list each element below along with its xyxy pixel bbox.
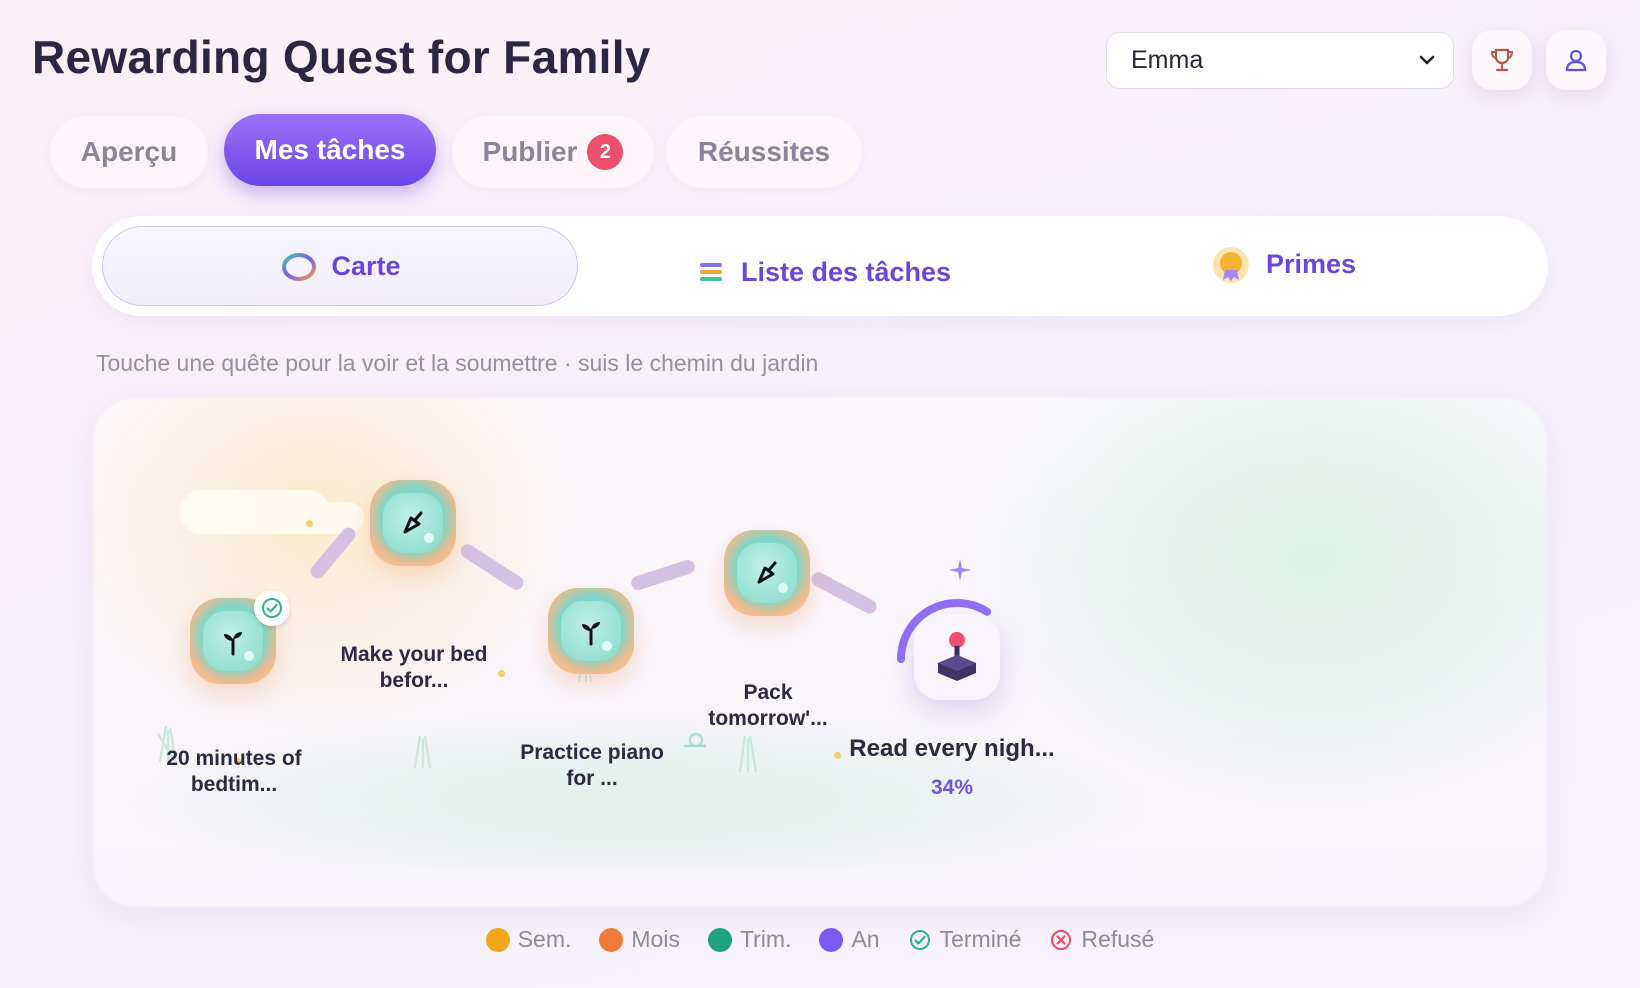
tab-label: Réussites bbox=[697, 136, 831, 167]
legend-item: Mois bbox=[599, 926, 680, 953]
snail-icon bbox=[684, 732, 706, 748]
tab-reussites[interactable]: Réussites bbox=[666, 116, 862, 188]
sparkle-dot bbox=[498, 670, 505, 677]
subtab-carte[interactable]: Carte bbox=[102, 226, 578, 306]
tab-label: Publier bbox=[482, 136, 578, 167]
user-select-value: Emma bbox=[1131, 46, 1204, 74]
shine-dot bbox=[424, 533, 434, 543]
view-switcher: Carte Liste des tâches Primes bbox=[92, 216, 1548, 316]
legend-label: Trim. bbox=[739, 926, 792, 952]
tab-label: Aperçu bbox=[80, 136, 178, 167]
ring-icon bbox=[282, 253, 317, 281]
quest-label: 20 minutes of bedtim... bbox=[166, 747, 302, 796]
quest-map: 20 minutes of bedtim... Make your bed be… bbox=[92, 396, 1548, 908]
subtab-primes[interactable]: Primes bbox=[1192, 224, 1372, 304]
map-hint: Touche une quête pour la voir et la soum… bbox=[96, 350, 819, 376]
list-icon bbox=[699, 263, 722, 281]
monthly-dot-icon bbox=[599, 927, 624, 952]
path-segment bbox=[457, 541, 527, 593]
goal-progress-text: 34% bbox=[930, 776, 974, 799]
quest-label: Make your bed befor... bbox=[340, 643, 488, 692]
grass-icon bbox=[413, 735, 432, 768]
subtab-label: Carte bbox=[331, 250, 401, 281]
check-circle-icon bbox=[909, 929, 930, 950]
tab-publier[interactable]: Publier 2 bbox=[452, 116, 654, 188]
shine-dot bbox=[778, 583, 788, 593]
path-segment bbox=[808, 569, 880, 617]
subtab-label: Primes bbox=[1265, 248, 1357, 279]
completed-check-icon bbox=[254, 590, 290, 626]
grass-icon bbox=[738, 735, 758, 772]
legend-label: An bbox=[851, 926, 880, 952]
quest-node[interactable] bbox=[548, 588, 634, 674]
medal-icon bbox=[1212, 247, 1249, 283]
app-title: Rewarding Quest for Family bbox=[32, 31, 651, 83]
user-icon bbox=[1565, 49, 1587, 72]
cloud-decoration bbox=[180, 490, 330, 534]
legend-item: An bbox=[819, 926, 880, 953]
goal-node[interactable] bbox=[914, 614, 1000, 700]
cross-circle-icon bbox=[1051, 929, 1072, 950]
legend-item: Terminé bbox=[908, 926, 1022, 953]
shine-dot bbox=[244, 651, 254, 661]
pending-count-badge: 2 bbox=[587, 134, 624, 170]
user-select[interactable]: Emma bbox=[1106, 32, 1454, 89]
chevron-down-icon bbox=[1419, 55, 1435, 65]
map-legend: Sem. Mois Trim. An Terminé Refusé bbox=[0, 926, 1640, 953]
shine-dot bbox=[602, 641, 612, 651]
path-segment bbox=[629, 558, 697, 592]
weekly-dot-icon bbox=[485, 927, 510, 952]
joystick-icon bbox=[938, 632, 976, 681]
legend-item: Trim. bbox=[707, 926, 792, 953]
legend-label: Refusé bbox=[1081, 926, 1155, 952]
trophy-button[interactable] bbox=[1472, 30, 1532, 90]
tab-apercu[interactable]: Aperçu bbox=[50, 116, 208, 188]
legend-label: Sem. bbox=[517, 926, 572, 952]
yearly-dot-icon bbox=[819, 927, 844, 952]
legend-label: Mois bbox=[631, 926, 680, 952]
quest-label: Pack tomorrow'... bbox=[708, 681, 828, 730]
quest-label: Practice piano for ... bbox=[520, 741, 664, 790]
goal-label: Read every nigh... bbox=[849, 735, 1055, 762]
sparkle-dot bbox=[306, 520, 313, 527]
tab-mes-taches[interactable]: Mes tâches bbox=[224, 114, 436, 186]
quarterly-dot-icon bbox=[707, 927, 732, 952]
subtab-liste[interactable]: Liste des tâches bbox=[672, 232, 972, 312]
legend-label: Terminé bbox=[939, 926, 1022, 952]
tab-label: Mes tâches bbox=[254, 134, 406, 165]
legend-item: Refusé bbox=[1049, 926, 1154, 953]
quest-node[interactable] bbox=[370, 480, 456, 566]
quest-node[interactable] bbox=[724, 530, 810, 616]
profile-button[interactable] bbox=[1546, 30, 1606, 90]
legend-item: Sem. bbox=[485, 926, 572, 953]
subtab-label: Liste des tâches bbox=[740, 256, 952, 287]
sparkle-star-icon bbox=[949, 559, 971, 581]
path-segment bbox=[307, 524, 359, 582]
trophy-icon bbox=[1490, 48, 1514, 72]
